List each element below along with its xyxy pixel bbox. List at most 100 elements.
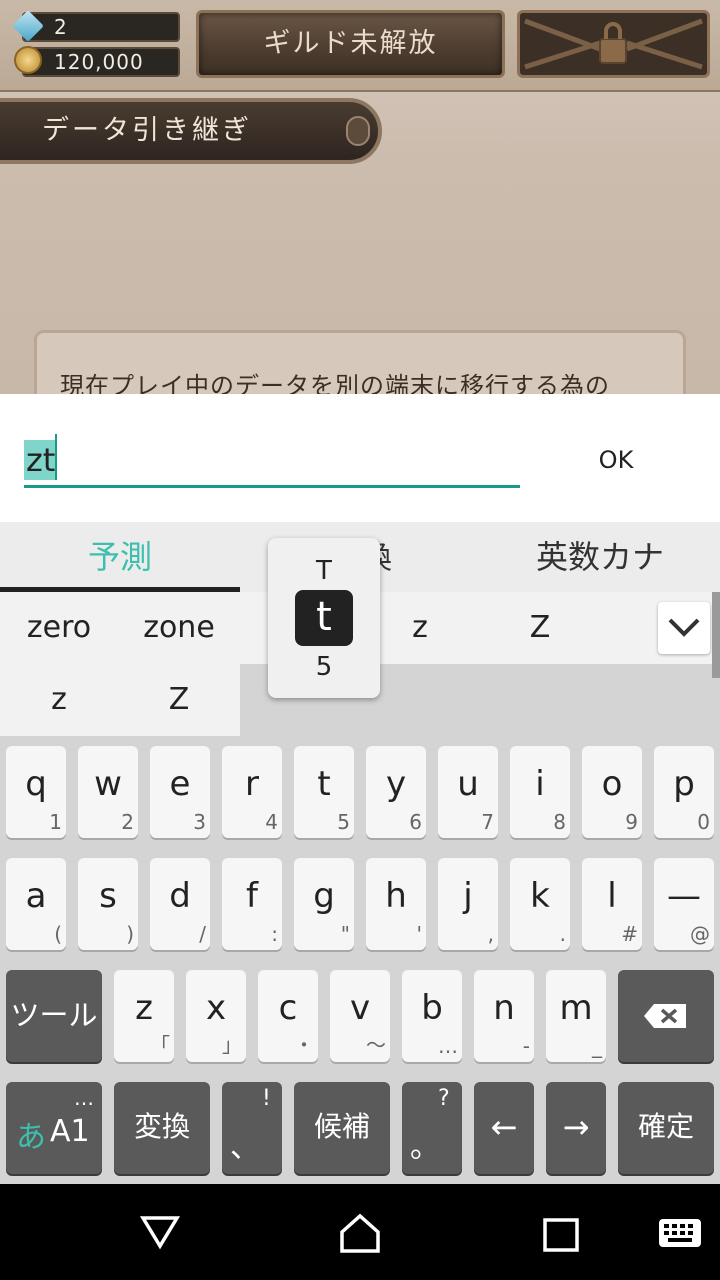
key-z[interactable]: z 「 [114,970,174,1062]
key-label: s [99,876,117,916]
key-sublabel: ( [54,922,62,946]
key-t[interactable]: t5 [294,746,354,838]
popup-upper: T [316,556,332,586]
candidate-item[interactable]: zone [118,592,240,664]
key-sublabel: _ [592,1034,602,1058]
key-n[interactable]: n- [474,970,534,1062]
key-sublabel: 1 [49,810,62,834]
mode-switch-key[interactable]: あ A1 … [6,1082,102,1174]
home-icon[interactable] [338,1212,382,1254]
key-sublabel: - [522,1034,530,1058]
input-value: zt [24,440,58,480]
comma-key[interactable]: 、 ! [222,1082,282,1174]
key-sublabel: : [271,922,278,946]
key-label: m [559,988,593,1028]
text-cursor [55,434,57,480]
key-label: t [317,764,331,804]
key-label: k [530,876,550,916]
key-label: r [245,764,259,804]
key-label: n [493,988,515,1028]
candidate-item[interactable]: zero [0,592,118,664]
key-sublabel: / [199,922,206,946]
backspace-icon [644,1004,686,1028]
key-sublabel: 0 [697,810,710,834]
key-g[interactable]: g " [294,858,354,950]
key-i[interactable]: i8 [510,746,570,838]
key-c[interactable]: c ・ [258,970,318,1062]
locked-button[interactable] [517,10,710,78]
key-sublabel: , [487,922,494,946]
key-s[interactable]: s) [78,858,138,950]
candidate-item[interactable]: Z [480,592,600,664]
key-e[interactable]: e3 [150,746,210,838]
key-m[interactable]: m _ [546,970,606,1062]
key-u[interactable]: u7 [438,746,498,838]
key-sublabel: 5 [337,810,350,834]
key-o[interactable]: o9 [582,746,642,838]
text-input-field[interactable] [24,432,520,488]
period-key[interactable]: 。 ? [402,1082,462,1174]
key-k[interactable]: k. [510,858,570,950]
ok-button[interactable]: OK [584,440,648,480]
key-d[interactable]: d / [150,858,210,950]
guild-button[interactable]: ギルド未解放 [196,10,505,78]
scrollbar[interactable] [712,592,720,678]
key-x[interactable]: x」 [186,970,246,1062]
tab-alnum-kana[interactable]: 英数カナ [480,522,720,592]
right-arrow-key[interactable]: → [546,1082,606,1174]
key-b[interactable]: b… [402,970,462,1062]
key-sublabel: # [621,922,638,946]
key-label: l [607,876,617,916]
key-f[interactable]: f: [222,858,282,950]
expand-candidates-button[interactable] [658,602,710,654]
key-j[interactable]: j, [438,858,498,950]
key-q[interactable]: q1 [6,746,66,838]
convert-key[interactable]: 変換 [114,1082,210,1174]
key-label: h [385,876,407,916]
tab-prediction[interactable]: 予測 [0,522,240,592]
key-label: f [246,876,258,916]
key-sublabel: 6 [409,810,422,834]
confirm-key[interactable]: 確定 [618,1082,714,1174]
key-label: y [385,764,407,804]
key-label: e [169,764,191,804]
keyboard-icon[interactable] [658,1218,702,1248]
key-sublabel: 8 [553,810,566,834]
backspace-key[interactable] [618,970,714,1062]
key-w[interactable]: w2 [78,746,138,838]
popup-digit: 5 [315,652,333,682]
mode-alnum: A1 [50,1114,90,1149]
key-sublabel: 9 [625,810,638,834]
key-r[interactable]: r4 [222,746,282,838]
key-a[interactable]: a( [6,858,66,950]
key-sublabel: 「 [150,1033,170,1057]
left-arrow-key[interactable]: ← [474,1082,534,1174]
back-icon[interactable] [140,1214,180,1250]
key-label: b [421,988,443,1028]
key-sublabel: 7 [481,810,494,834]
gem-count: 2 [54,15,68,39]
key-label: p [673,764,695,804]
key-label: z [135,988,153,1028]
key-y[interactable]: y6 [366,746,426,838]
candidate-item[interactable]: z [0,664,118,736]
key-—[interactable]: — @ [654,858,714,950]
candidate-item[interactable]: Z [118,664,240,736]
key-p[interactable]: p0 [654,746,714,838]
android-nav-bar [0,1184,720,1280]
chevron-down-icon [668,618,700,637]
key-h[interactable]: h ' [366,858,426,950]
key-sublabel: @ [690,922,710,946]
key-v[interactable]: v 〜 [330,970,390,1062]
gem-counter: 2 [22,12,180,42]
tool-key[interactable]: ツール [6,970,102,1062]
mode-hiragana: あ [16,1120,46,1155]
key-l[interactable]: l # [582,858,642,950]
key-sublabel: 〜 [366,1033,386,1057]
key-label: d [169,876,191,916]
candidates-key[interactable]: 候補 [294,1082,390,1174]
mode-dots: … [74,1086,94,1110]
period-sub: ? [438,1086,450,1111]
recents-icon[interactable] [543,1218,579,1252]
key-label: o [601,764,623,804]
